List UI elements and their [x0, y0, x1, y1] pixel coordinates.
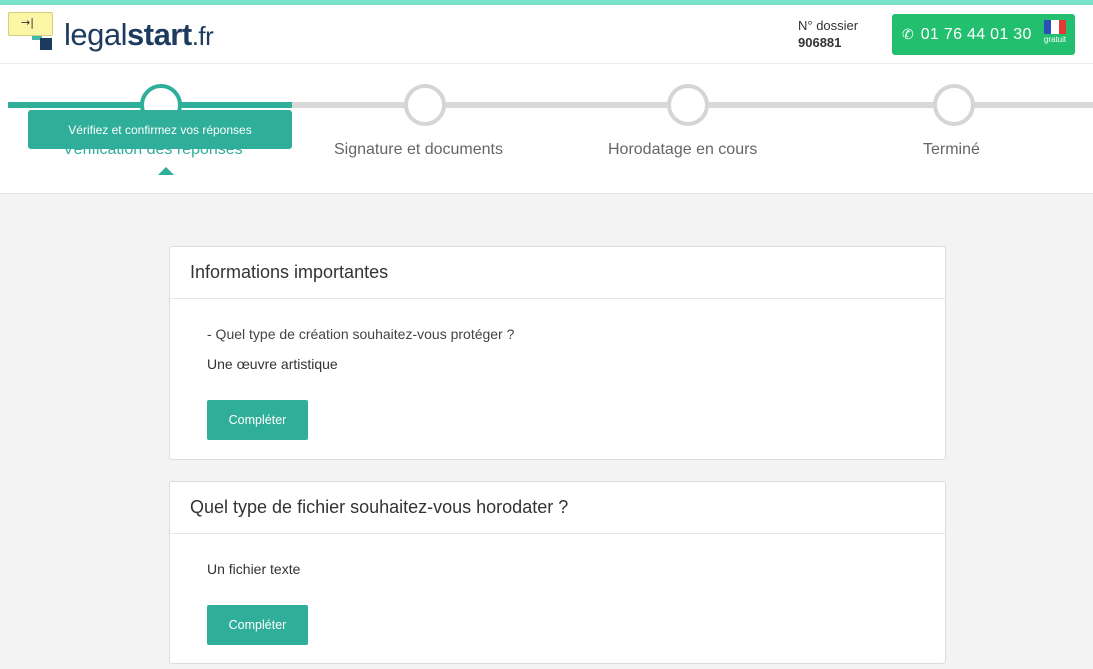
- phone-icon: ✆: [902, 26, 914, 43]
- phone-number: 01 76 44 01 30: [920, 25, 1032, 43]
- step-2-label: Signature et documents: [334, 141, 503, 158]
- card-title: Informations importantes: [170, 247, 945, 299]
- dossier-number: 906881: [798, 35, 842, 50]
- step-3-circle: [667, 84, 709, 126]
- answer-text: Un fichier texte: [207, 561, 301, 577]
- step-4-label: Terminé: [923, 141, 980, 158]
- logo-wordmark: legalstart.fr: [64, 17, 214, 52]
- dossier-info: N° dossier 906881: [798, 17, 858, 51]
- dossier-label: N° dossier: [798, 18, 859, 33]
- step-tooltip: Vérifiez et confirmez vos réponses: [28, 110, 292, 149]
- question-text: - Quel type de création souhaitez-vous p…: [207, 326, 515, 342]
- step-3-label: Horodatage en cours: [608, 141, 758, 158]
- phone-button[interactable]: ✆ 01 76 44 01 30 gratuit: [892, 14, 1075, 55]
- free-call-label: gratuit: [1043, 35, 1067, 44]
- legalstart-logo[interactable]: legalstart.fr: [30, 17, 214, 53]
- card-title: Quel type de fichier souhaitez-vous horo…: [170, 482, 945, 534]
- complete-button[interactable]: Compléter: [207, 400, 308, 440]
- sidebar-toggle-button[interactable]: →|: [8, 12, 53, 36]
- info-card: Informations importantes - Quel type de …: [169, 246, 946, 460]
- french-flag-icon: gratuit: [1043, 20, 1067, 48]
- tooltip-arrow: [158, 167, 174, 175]
- site-header: legalstart.fr →| N° dossier 906881 ✆ 01 …: [0, 5, 1093, 64]
- step-2-circle: [404, 84, 446, 126]
- answer-text: Une œuvre artistique: [207, 356, 338, 372]
- step-4-circle: [933, 84, 975, 126]
- complete-button[interactable]: Compléter: [207, 605, 308, 645]
- file-type-card: Quel type de fichier souhaitez-vous horo…: [169, 481, 946, 664]
